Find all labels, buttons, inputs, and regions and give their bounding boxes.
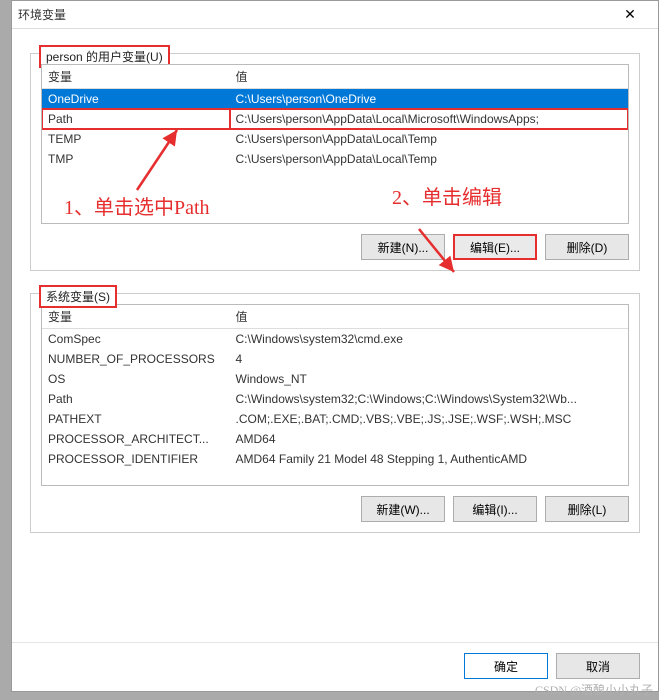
cell-name: PROCESSOR_ARCHITECT... [42,429,230,449]
system-vars-label: 系统变量(S) [39,285,117,308]
system-vars-table-container[interactable]: 变量 值 ComSpecC:\Windows\system32\cmd.exeN… [41,304,629,486]
system-button-row: 新建(W)... 编辑(I)... 删除(L) [41,496,629,522]
cell-value: .COM;.EXE;.BAT;.CMD;.VBS;.VBE;.JS;.JSE;.… [230,409,628,429]
cell-name: PATHEXT [42,409,230,429]
cell-value: C:\Users\person\AppData\Local\Temp [230,129,628,149]
table-row[interactable]: PathC:\Windows\system32;C:\Windows;C:\Wi… [42,389,628,409]
table-row[interactable]: PathC:\Users\person\AppData\Local\Micros… [42,109,628,129]
cell-value: C:\Users\person\AppData\Local\Microsoft\… [230,109,628,129]
user-variables-group: person 的用户变量(U) 变量 值 OneDriveC:\Users\pe… [30,53,640,271]
annotation-step2: 2、单击编辑 [392,181,502,210]
cancel-button[interactable]: 取消 [556,653,640,679]
system-variables-group: 系统变量(S) 变量 值 ComSpecC:\Windows\system32\… [30,293,640,533]
col-name[interactable]: 变量 [42,65,230,89]
user-edit-button[interactable]: 编辑(E)... [453,234,537,260]
cell-value: C:\Windows\system32;C:\Windows;C:\Window… [230,389,628,409]
user-new-button[interactable]: 新建(N)... [361,234,445,260]
cell-name: Path [42,109,230,129]
table-row[interactable]: PATHEXT.COM;.EXE;.BAT;.CMD;.VBS;.VBE;.JS… [42,409,628,429]
cell-value: C:\Users\person\OneDrive [230,89,628,110]
ok-button[interactable]: 确定 [464,653,548,679]
user-delete-button[interactable]: 删除(D) [545,234,629,260]
system-edit-button[interactable]: 编辑(I)... [453,496,537,522]
table-row[interactable]: OSWindows_NT [42,369,628,389]
cell-name: Path [42,389,230,409]
cell-name: OS [42,369,230,389]
cell-name: OneDrive [42,89,230,110]
table-row[interactable]: TEMPC:\Users\person\AppData\Local\Temp [42,129,628,149]
cell-name: NUMBER_OF_PROCESSORS [42,349,230,369]
col-value[interactable]: 值 [230,65,628,89]
system-vars-table: 变量 值 ComSpecC:\Windows\system32\cmd.exeN… [42,305,628,469]
cell-value: AMD64 [230,429,628,449]
col-name[interactable]: 变量 [42,305,230,329]
user-button-row: 新建(N)... 编辑(E)... 删除(D) [41,234,629,260]
system-new-button[interactable]: 新建(W)... [361,496,445,522]
user-vars-table-container[interactable]: 变量 值 OneDriveC:\Users\person\OneDrivePat… [41,64,629,224]
cell-value: AMD64 Family 21 Model 48 Stepping 1, Aut… [230,449,628,469]
user-vars-table: 变量 值 OneDriveC:\Users\person\OneDrivePat… [42,65,628,169]
cell-name: TEMP [42,129,230,149]
cell-name: PROCESSOR_IDENTIFIER [42,449,230,469]
cell-name: ComSpec [42,329,230,350]
titlebar: 环境变量 ✕ [12,1,658,29]
cell-name: TMP [42,149,230,169]
cell-value: Windows_NT [230,369,628,389]
env-variables-dialog: 环境变量 ✕ person 的用户变量(U) 变量 值 OneDriveC:\U… [11,0,659,692]
cell-value: 4 [230,349,628,369]
cell-value: C:\Users\person\AppData\Local\Temp [230,149,628,169]
table-row[interactable]: ComSpecC:\Windows\system32\cmd.exe [42,329,628,350]
watermark: CSDN @酒酿小小丸子 [535,681,653,698]
table-row[interactable]: NUMBER_OF_PROCESSORS4 [42,349,628,369]
window-title: 环境变量 [18,6,608,23]
table-row[interactable]: TMPC:\Users\person\AppData\Local\Temp [42,149,628,169]
table-row[interactable]: PROCESSOR_ARCHITECT...AMD64 [42,429,628,449]
table-row[interactable]: PROCESSOR_IDENTIFIERAMD64 Family 21 Mode… [42,449,628,469]
close-icon[interactable]: ✕ [608,1,652,29]
dialog-body: person 的用户变量(U) 变量 值 OneDriveC:\Users\pe… [12,29,658,642]
cell-value: C:\Windows\system32\cmd.exe [230,329,628,350]
system-delete-button[interactable]: 删除(L) [545,496,629,522]
annotation-step1: 1、单击选中Path [64,191,210,220]
table-row[interactable]: OneDriveC:\Users\person\OneDrive [42,89,628,110]
col-value[interactable]: 值 [230,305,628,329]
